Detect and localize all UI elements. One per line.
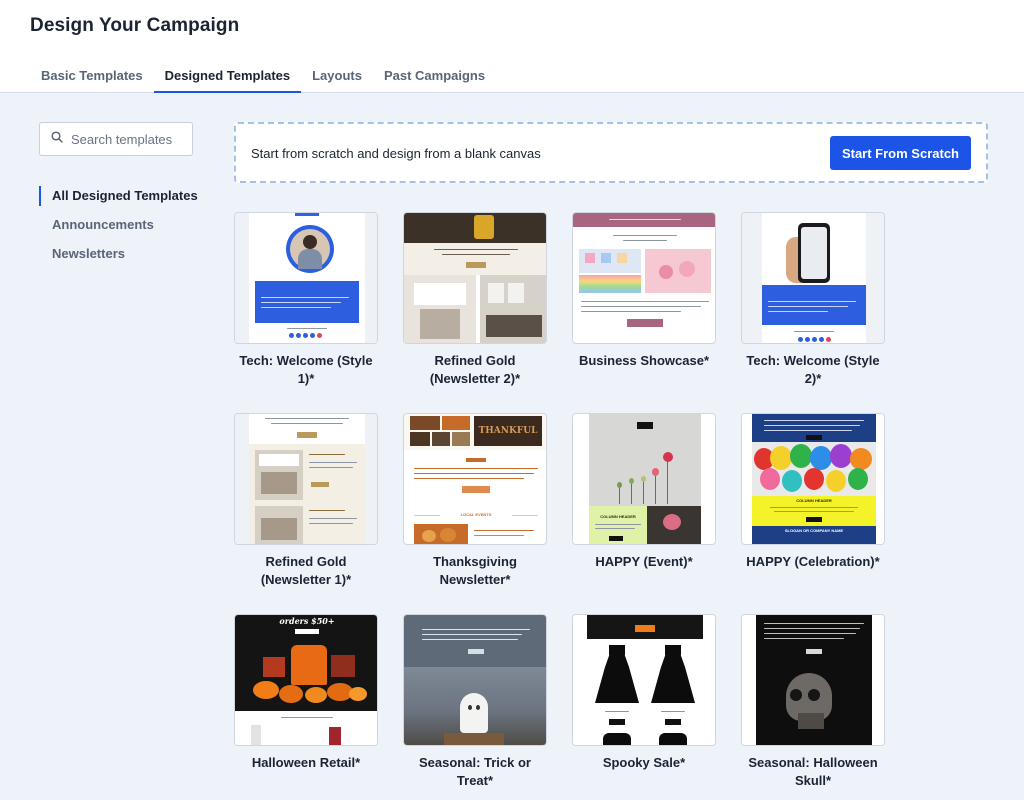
template-card-refined-gold-1[interactable]: Refined Gold (Newsletter 1)* xyxy=(234,413,378,589)
template-name: Business Showcase* xyxy=(578,353,710,368)
template-card-halloween-skull[interactable]: Seasonal: Halloween Skull* xyxy=(741,614,885,790)
template-name: Thanksgiving Newsletter* xyxy=(433,554,517,587)
template-thumbnail xyxy=(403,212,547,344)
template-name: HAPPY (Event)* xyxy=(595,554,693,569)
template-thumbnail: COLUMN HEADER xyxy=(572,413,716,545)
template-thumbnail xyxy=(403,614,547,746)
template-card-halloween-retail[interactable]: orders $50+ Halloween Retail* xyxy=(234,614,378,772)
template-thumbnail xyxy=(572,614,716,746)
template-card-trick-or-treat[interactable]: Seasonal: Trick or Treat* xyxy=(403,614,547,790)
template-card-spooky-sale[interactable]: Spooky Sale* xyxy=(572,614,716,772)
column-header-text: COLUMN HEADER xyxy=(796,498,832,503)
search-input[interactable] xyxy=(71,131,191,147)
start-from-scratch-panel: Start from scratch and design from a bla… xyxy=(234,122,988,183)
sidebar-nav: All Designed Templates Announcements New… xyxy=(39,186,209,273)
template-thumbnail: orders $50+ xyxy=(234,614,378,746)
sidebar-item-all-designed-templates[interactable]: All Designed Templates xyxy=(39,186,209,215)
template-thumbnail xyxy=(741,212,885,344)
tab-designed-templates[interactable]: Designed Templates xyxy=(153,58,302,93)
tab-basic-templates[interactable]: Basic Templates xyxy=(30,58,154,93)
template-name: Tech: Welcome (Style 2)* xyxy=(746,353,880,386)
template-name: HAPPY (Celebration)* xyxy=(746,554,880,569)
tab-layouts[interactable]: Layouts xyxy=(301,58,373,93)
scratch-description: Start from scratch and design from a bla… xyxy=(251,146,541,161)
template-card-tech-welcome-2[interactable]: Tech: Welcome (Style 2)* xyxy=(741,212,885,388)
template-card-happy-celebration[interactable]: COLUMN HEADER SLOGAN OR COMPANY NAME HAP… xyxy=(741,413,885,571)
template-card-refined-gold-2[interactable]: Refined Gold (Newsletter 2)* xyxy=(403,212,547,388)
template-name: Refined Gold (Newsletter 2)* xyxy=(429,353,521,386)
template-name: Spooky Sale* xyxy=(602,755,686,770)
page-title: Design Your Campaign xyxy=(30,15,240,36)
template-thumbnail: THANKFUL LOCAL EVENTS xyxy=(403,413,547,545)
template-name: Refined Gold (Newsletter 1)* xyxy=(260,554,352,587)
template-name: Halloween Retail* xyxy=(251,755,361,770)
tab-past-campaigns[interactable]: Past Campaigns xyxy=(373,58,496,93)
template-card-tech-welcome-1[interactable]: Tech: Welcome (Style 1)* xyxy=(234,212,378,388)
slogan-text: SLOGAN OR COMPANY NAME xyxy=(784,528,844,533)
template-name: Seasonal: Trick or Treat* xyxy=(419,755,531,788)
template-thumbnail xyxy=(572,212,716,344)
top-bar: Design Your Campaign Basic Templates Des… xyxy=(0,0,1024,93)
template-card-business-showcase[interactable]: Business Showcase* xyxy=(572,212,716,370)
template-card-happy-event[interactable]: COLUMN HEADER HAPPY (Event)* xyxy=(572,413,716,571)
sidebar-item-newsletters[interactable]: Newsletters xyxy=(39,244,209,273)
thankful-text: THANKFUL xyxy=(478,426,538,436)
template-tabs: Basic Templates Designed Templates Layou… xyxy=(30,58,496,93)
template-name: Seasonal: Halloween Skull* xyxy=(748,755,878,788)
column-header-text: COLUMN HEADER xyxy=(600,514,636,519)
start-from-scratch-button[interactable]: Start From Scratch xyxy=(829,136,971,170)
orders-text: orders $50+ xyxy=(279,616,335,626)
search-box xyxy=(39,122,193,156)
template-thumbnail: COLUMN HEADER SLOGAN OR COMPANY NAME xyxy=(741,413,885,545)
template-thumbnail xyxy=(234,212,378,344)
template-thumbnail xyxy=(741,614,885,746)
template-thumbnail xyxy=(234,413,378,545)
template-card-thanksgiving-newsletter[interactable]: THANKFUL LOCAL EVENTS Thanksgiving Newsl… xyxy=(403,413,547,589)
local-events-text: LOCAL EVENTS xyxy=(440,512,512,518)
search-icon xyxy=(51,130,63,148)
template-name: Tech: Welcome (Style 1)* xyxy=(239,353,373,386)
sidebar-item-announcements[interactable]: Announcements xyxy=(39,215,209,244)
